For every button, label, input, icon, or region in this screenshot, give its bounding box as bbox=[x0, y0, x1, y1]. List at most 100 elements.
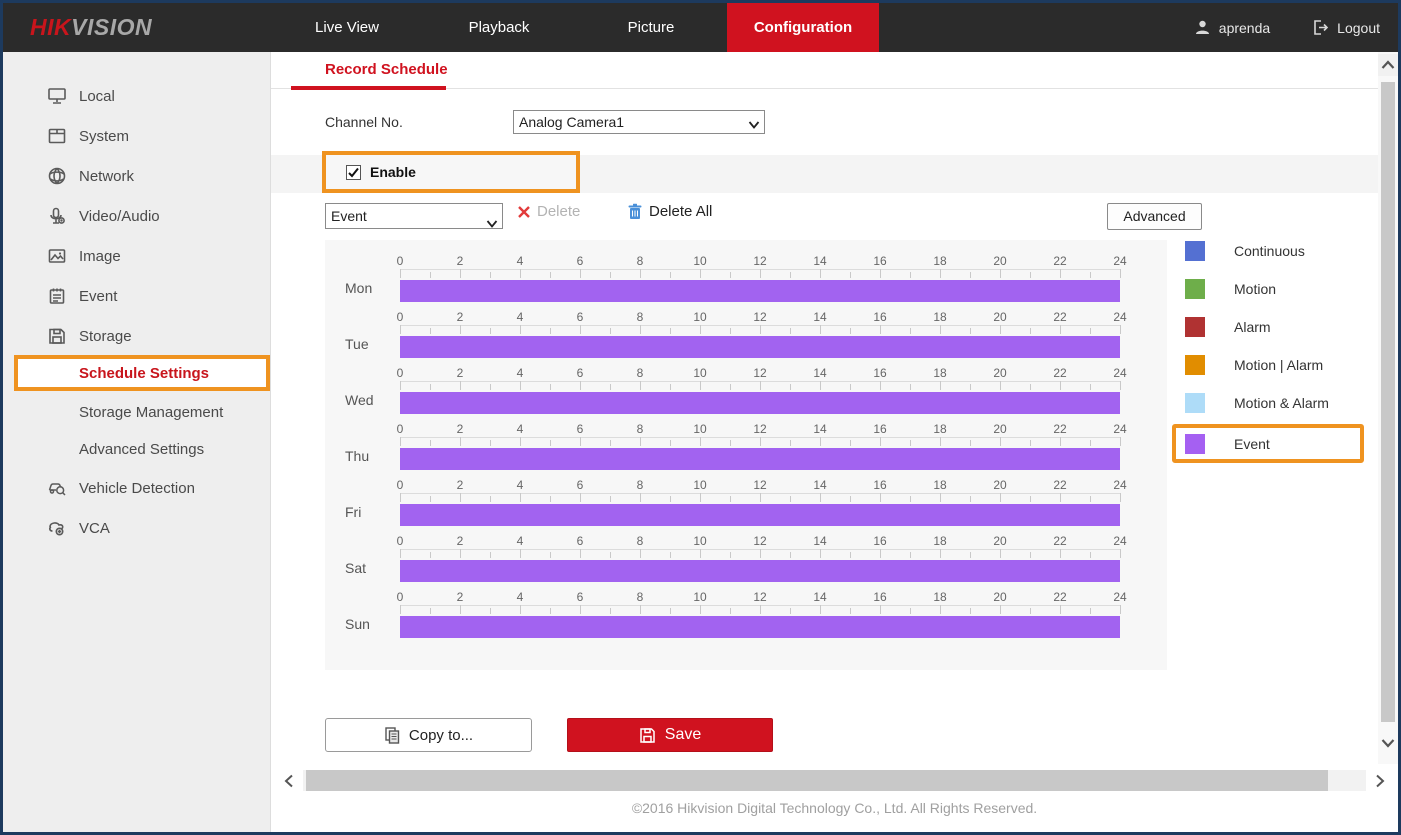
sidebar-item-schedule-settings[interactable]: Schedule Settings bbox=[14, 355, 270, 391]
scroll-right-arrow[interactable] bbox=[1370, 770, 1390, 791]
save-button[interactable]: Save bbox=[567, 718, 773, 752]
sidebar-item-vca[interactable]: VCA bbox=[3, 508, 270, 548]
hour-label: 12 bbox=[753, 478, 766, 492]
nav-picture[interactable]: Picture bbox=[575, 3, 727, 52]
legend-item-event: Event bbox=[1172, 424, 1364, 463]
hour-label: 2 bbox=[457, 478, 464, 492]
sidebar-item-network[interactable]: Network bbox=[3, 156, 270, 196]
hour-label: 8 bbox=[637, 478, 644, 492]
tick-mark bbox=[1000, 269, 1001, 278]
hour-label: 20 bbox=[993, 310, 1006, 324]
sidebar-item-local[interactable]: Local bbox=[3, 76, 270, 116]
scroll-down-arrow[interactable] bbox=[1378, 732, 1398, 754]
tick-mark bbox=[580, 269, 581, 278]
tick-mark bbox=[1000, 381, 1001, 390]
nav-playback[interactable]: Playback bbox=[423, 3, 575, 52]
record-type-select[interactable]: Event bbox=[325, 203, 503, 229]
schedule-grid: Mon024681012141618202224Tue0246810121416… bbox=[325, 240, 1167, 670]
hour-label: 6 bbox=[577, 366, 584, 380]
scroll-up-arrow[interactable] bbox=[1378, 54, 1398, 76]
scroll-left-arrow[interactable] bbox=[279, 770, 299, 791]
vertical-scroll-thumb[interactable] bbox=[1381, 82, 1395, 722]
notepad-icon bbox=[47, 286, 67, 306]
channel-select[interactable]: Analog Camera1 bbox=[513, 110, 765, 134]
tick-mark bbox=[400, 605, 401, 614]
tick-mark bbox=[790, 496, 791, 502]
hour-label: 6 bbox=[577, 310, 584, 324]
tab-active-underline bbox=[291, 86, 446, 90]
tick-mark bbox=[520, 493, 521, 502]
app-window: HIKVISION Live View Playback Picture Con… bbox=[0, 0, 1401, 835]
schedule-bar-mon[interactable] bbox=[400, 280, 1120, 302]
hour-label: 14 bbox=[813, 254, 826, 268]
tick-mark bbox=[430, 272, 431, 278]
enable-checkbox[interactable] bbox=[346, 165, 361, 180]
horizontal-scroll-track[interactable] bbox=[303, 770, 1366, 791]
hour-label: 10 bbox=[693, 254, 706, 268]
tick-mark bbox=[760, 325, 761, 334]
hour-label: 0 bbox=[397, 534, 404, 548]
hour-label: 6 bbox=[577, 254, 584, 268]
vehicle-search-icon bbox=[47, 478, 67, 498]
sidebar-item-storage[interactable]: Storage bbox=[3, 316, 270, 356]
sidebar-item-image[interactable]: Image bbox=[3, 236, 270, 276]
timeline-sun[interactable]: 024681012141618202224 bbox=[400, 590, 1122, 640]
schedule-row-wed: Wed024681012141618202224 bbox=[325, 366, 1167, 422]
tick-mark bbox=[850, 328, 851, 334]
main-content: Record Schedule Channel No. Analog Camer… bbox=[271, 52, 1398, 832]
tab-record-schedule[interactable]: Record Schedule bbox=[325, 61, 448, 78]
delete-button[interactable]: Delete bbox=[517, 203, 580, 220]
tick-mark bbox=[1120, 437, 1121, 446]
tick-mark bbox=[670, 608, 671, 614]
tick-mark bbox=[670, 272, 671, 278]
tick-mark bbox=[820, 549, 821, 558]
hour-label: 20 bbox=[993, 366, 1006, 380]
schedule-bar-wed[interactable] bbox=[400, 392, 1120, 414]
day-label: Mon bbox=[345, 280, 372, 296]
horizontal-scroll-thumb[interactable] bbox=[306, 770, 1328, 791]
timeline-mon[interactable]: 024681012141618202224 bbox=[400, 254, 1122, 304]
tick-mark bbox=[1000, 325, 1001, 334]
timeline-tue[interactable]: 024681012141618202224 bbox=[400, 310, 1122, 360]
logout-label[interactable]: Logout bbox=[1337, 20, 1380, 36]
tick-mark bbox=[1060, 493, 1061, 502]
timeline-thu[interactable]: 024681012141618202224 bbox=[400, 422, 1122, 472]
advanced-button[interactable]: Advanced bbox=[1107, 203, 1202, 230]
timeline-sat[interactable]: 024681012141618202224 bbox=[400, 534, 1122, 584]
sidebar-item-event[interactable]: Event bbox=[3, 276, 270, 316]
tick-mark bbox=[1090, 440, 1091, 446]
hour-label: 4 bbox=[517, 366, 524, 380]
copy-to-button[interactable]: Copy to... bbox=[325, 718, 532, 752]
timeline-wed[interactable]: 024681012141618202224 bbox=[400, 366, 1122, 416]
schedule-bar-fri[interactable] bbox=[400, 504, 1120, 526]
hour-label: 24 bbox=[1113, 422, 1126, 436]
tick-mark bbox=[760, 493, 761, 502]
schedule-bar-sat[interactable] bbox=[400, 560, 1120, 582]
schedule-row-sat: Sat024681012141618202224 bbox=[325, 534, 1167, 590]
hour-label: 24 bbox=[1113, 254, 1126, 268]
timeline-fri[interactable]: 024681012141618202224 bbox=[400, 478, 1122, 528]
schedule-bar-thu[interactable] bbox=[400, 448, 1120, 470]
hour-label: 20 bbox=[993, 254, 1006, 268]
copy-to-label: Copy to... bbox=[409, 727, 473, 744]
sidebar-item-system[interactable]: System bbox=[3, 116, 270, 156]
nav-live-view[interactable]: Live View bbox=[271, 3, 423, 52]
schedule-bar-sun[interactable] bbox=[400, 616, 1120, 638]
delete-label: Delete bbox=[537, 203, 580, 220]
tick-mark bbox=[820, 381, 821, 390]
tick-mark bbox=[670, 496, 671, 502]
tick-mark bbox=[970, 496, 971, 502]
tick-mark bbox=[1000, 437, 1001, 446]
tick-mark bbox=[700, 493, 701, 502]
sidebar-item-video-audio[interactable]: Video/Audio bbox=[3, 196, 270, 236]
tick-mark bbox=[640, 269, 641, 278]
hour-label: 2 bbox=[457, 310, 464, 324]
nav-configuration[interactable]: Configuration bbox=[727, 3, 879, 52]
hour-label: 2 bbox=[457, 254, 464, 268]
sidebar-item-advanced-settings[interactable]: Advanced Settings bbox=[3, 429, 270, 469]
hour-label: 0 bbox=[397, 310, 404, 324]
delete-all-button[interactable]: Delete All bbox=[627, 203, 712, 220]
sidebar-item-vehicle-detection[interactable]: Vehicle Detection bbox=[3, 468, 270, 508]
schedule-bar-tue[interactable] bbox=[400, 336, 1120, 358]
sidebar-item-storage-management[interactable]: Storage Management bbox=[3, 392, 270, 432]
